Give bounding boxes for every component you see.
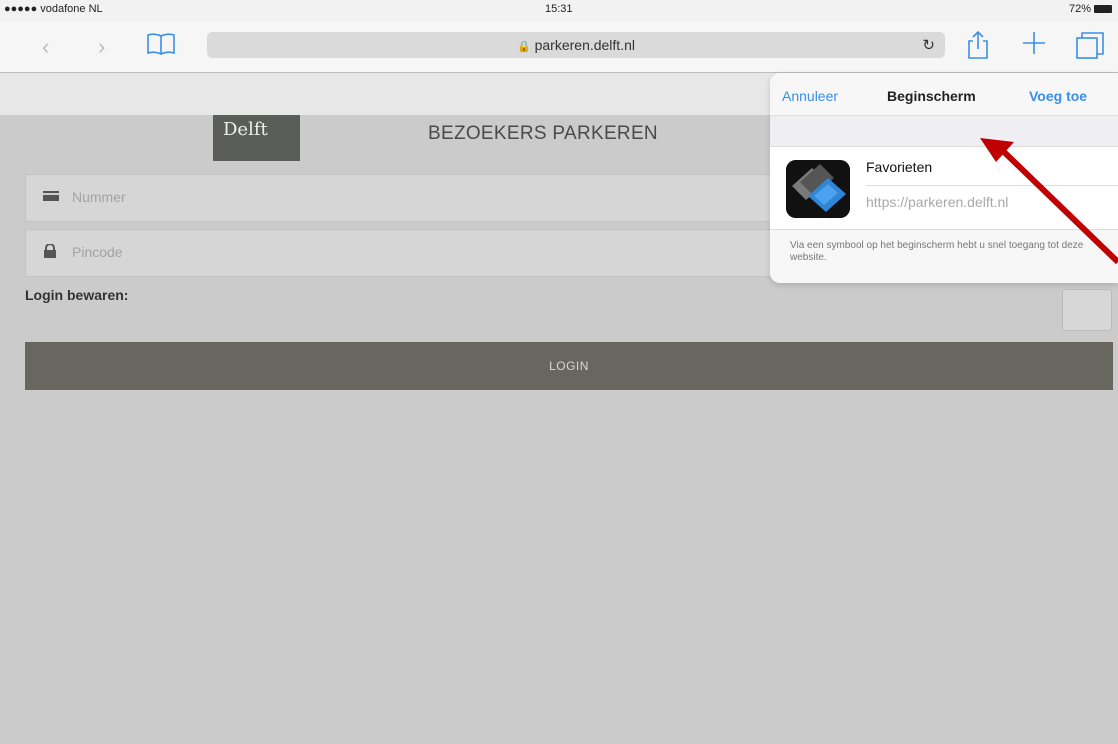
bookmarks-icon[interactable] xyxy=(146,31,176,63)
browser-toolbar: ‹ › 🔒 parkeren.delft.nl ↻ xyxy=(0,22,1118,73)
add-to-home-popover: Annuleer Beginscherm Voeg toe Favorieten… xyxy=(770,73,1118,283)
lock-icon xyxy=(43,243,59,258)
popover-header: Annuleer Beginscherm Voeg toe xyxy=(770,73,1118,116)
forward-icon[interactable]: › xyxy=(98,34,105,60)
page-title: BEZOEKERS PARKEREN xyxy=(428,123,658,144)
new-tab-icon[interactable] xyxy=(1021,28,1047,65)
shortcut-url: https://parkeren.delft.nl xyxy=(866,194,1009,210)
card-icon xyxy=(43,189,59,201)
address-bar[interactable]: 🔒 parkeren.delft.nl ↻ xyxy=(207,32,945,58)
battery-indicator: 72% xyxy=(1069,3,1112,15)
lock-icon: 🔒 xyxy=(517,41,531,53)
delft-logo: Delft xyxy=(213,115,300,161)
reload-icon[interactable]: ↻ xyxy=(922,36,935,54)
url-text: parkeren.delft.nl xyxy=(534,37,635,53)
url-display: 🔒 parkeren.delft.nl xyxy=(207,37,945,53)
battery-icon xyxy=(1094,5,1112,14)
tabs-icon[interactable] xyxy=(1074,30,1106,67)
app-icon xyxy=(786,160,850,218)
share-icon[interactable] xyxy=(966,30,990,67)
cancel-button[interactable]: Annuleer xyxy=(782,88,838,104)
remember-login-checkbox[interactable] xyxy=(1062,289,1112,331)
number-input[interactable] xyxy=(70,188,674,206)
status-bar: ●●●●● vodafone NL 15:31 72% xyxy=(0,0,1118,22)
time-label: 15:31 xyxy=(545,3,573,15)
add-button[interactable]: Voeg toe xyxy=(1029,88,1087,104)
back-icon[interactable]: ‹ xyxy=(42,34,49,60)
divider xyxy=(866,185,1118,186)
popover-title: Beginscherm xyxy=(887,88,976,104)
shortcut-card: Favorieten https://parkeren.delft.nl xyxy=(770,146,1118,230)
pincode-input[interactable] xyxy=(70,243,674,261)
popover-spacer xyxy=(770,116,1118,146)
logo-text: Delft xyxy=(223,119,268,140)
login-button[interactable]: LOGIN xyxy=(25,342,1113,390)
shortcut-name[interactable]: Favorieten xyxy=(866,159,932,175)
remember-login-label: Login bewaren: xyxy=(25,287,129,303)
carrier-label: ●●●●● vodafone NL xyxy=(4,3,103,15)
battery-label: 72% xyxy=(1068,3,1091,15)
popover-note: Via een symbool op het beginscherm hebt … xyxy=(790,240,1084,263)
